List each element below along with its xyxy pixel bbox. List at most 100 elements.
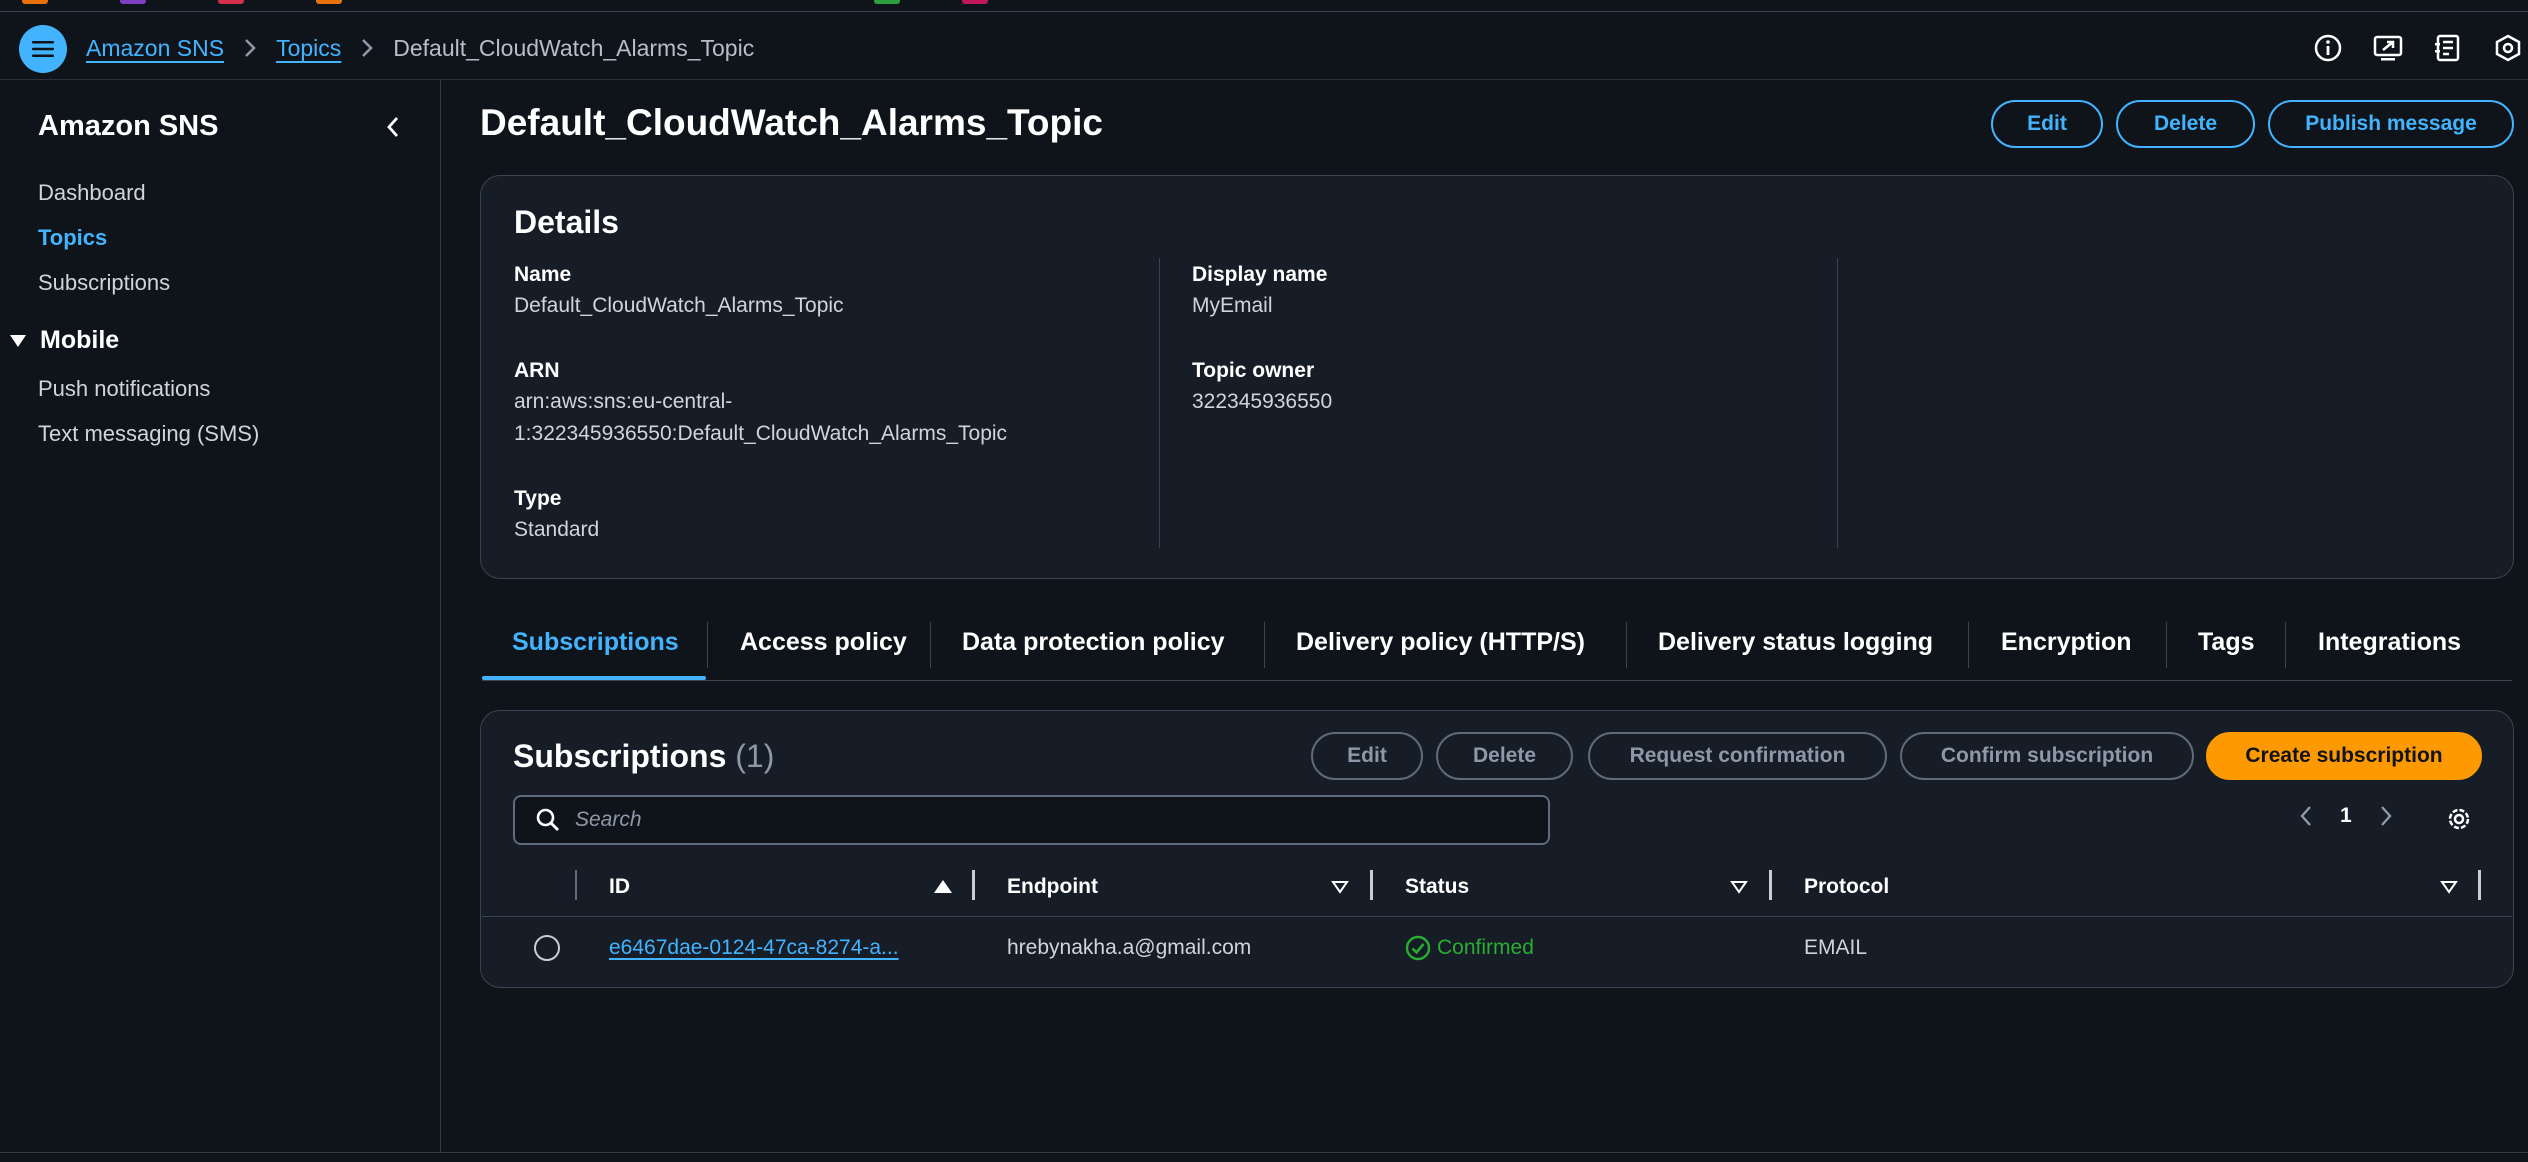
type-value: Standard bbox=[514, 518, 600, 541]
subscriptions-title: Subscriptions bbox=[513, 738, 727, 774]
display-name-label: Display name bbox=[1192, 263, 1328, 286]
status-text: Confirmed bbox=[1437, 936, 1534, 959]
column-resize-handle[interactable] bbox=[1370, 870, 1373, 900]
subscription-protocol: EMAIL bbox=[1804, 936, 1868, 959]
delete-subscription-button[interactable]: Delete bbox=[1436, 732, 1573, 780]
sort-ascending-icon[interactable] bbox=[934, 880, 952, 893]
browser-tab-indicator bbox=[120, 0, 146, 4]
tabs-baseline bbox=[482, 680, 2512, 681]
top-icon-group bbox=[2288, 28, 2528, 68]
search-icon bbox=[536, 808, 559, 831]
subscriptions-heading: Subscriptions (1) bbox=[513, 738, 774, 775]
search-field[interactable]: Search bbox=[513, 795, 1550, 845]
browser-tab-indicator bbox=[218, 0, 244, 4]
delete-topic-button[interactable]: Delete bbox=[2116, 100, 2255, 148]
caret-down-icon bbox=[10, 334, 26, 347]
sort-icon[interactable] bbox=[1331, 880, 1349, 899]
column-divider bbox=[1837, 258, 1838, 548]
sidebar-item-dashboard[interactable]: Dashboard bbox=[38, 180, 146, 206]
display-name-value: MyEmail bbox=[1192, 294, 1273, 317]
subscriptions-count: (1) bbox=[735, 738, 775, 774]
sidebar-item-subscriptions[interactable]: Subscriptions bbox=[38, 270, 170, 296]
current-page-number[interactable]: 1 bbox=[2340, 804, 2352, 828]
column-header-endpoint[interactable]: Endpoint bbox=[1007, 875, 1098, 899]
column-resize-handle[interactable] bbox=[1769, 870, 1772, 900]
breadcrumb-current: Default_CloudWatch_Alarms_Topic bbox=[393, 34, 755, 61]
tab-subscriptions[interactable]: Subscriptions bbox=[512, 628, 679, 657]
tab-divider bbox=[1968, 622, 1969, 668]
topic-owner-value: 322345936550 bbox=[1192, 390, 1333, 413]
sort-icon[interactable] bbox=[2440, 880, 2458, 899]
tab-divider bbox=[2285, 622, 2286, 668]
hamburger-menu-button[interactable] bbox=[19, 25, 67, 73]
sort-icon[interactable] bbox=[1730, 880, 1748, 899]
edit-subscription-button[interactable]: Edit bbox=[1311, 732, 1423, 780]
request-confirmation-button[interactable]: Request confirmation bbox=[1588, 732, 1887, 780]
status-badge: Confirmed bbox=[1405, 935, 1534, 961]
tab-delivery-policy[interactable]: Delivery policy (HTTP/S) bbox=[1296, 628, 1585, 657]
column-separator bbox=[575, 870, 577, 900]
column-header-status[interactable]: Status bbox=[1405, 875, 1469, 899]
tab-data-protection-policy[interactable]: Data protection policy bbox=[962, 628, 1225, 657]
details-panel: Details Name Default_CloudWatch_Alarms_T… bbox=[480, 175, 2514, 579]
sidebar-section-mobile[interactable]: Mobile bbox=[10, 326, 119, 355]
sidebar-item-push-notifications[interactable]: Push notifications bbox=[38, 376, 210, 402]
tab-divider bbox=[707, 622, 708, 668]
chevron-right-icon[interactable] bbox=[2376, 805, 2396, 827]
active-tab-indicator bbox=[482, 676, 706, 680]
breadcrumb: Amazon SNS Topics Default_CloudWatch_Ala… bbox=[86, 32, 754, 64]
tab-access-policy[interactable]: Access policy bbox=[740, 628, 907, 657]
browser-tab-strip bbox=[0, 0, 2528, 12]
tab-integrations[interactable]: Integrations bbox=[2318, 628, 2461, 657]
tab-tags[interactable]: Tags bbox=[2198, 628, 2255, 657]
browser-tab-indicator bbox=[962, 0, 988, 4]
tab-delivery-status-logging[interactable]: Delivery status logging bbox=[1658, 628, 1933, 657]
top-navigation-bar: Amazon SNS Topics Default_CloudWatch_Ala… bbox=[0, 12, 2528, 80]
chevron-right-icon bbox=[361, 38, 374, 58]
name-label: Name bbox=[514, 263, 572, 286]
column-resize-handle[interactable] bbox=[2478, 870, 2481, 900]
info-icon[interactable] bbox=[2308, 28, 2348, 68]
sidebar-title: Amazon SNS bbox=[38, 110, 219, 142]
notes-icon[interactable] bbox=[2428, 28, 2468, 68]
chevron-left-icon[interactable] bbox=[2296, 805, 2316, 827]
chevron-left-icon bbox=[387, 117, 399, 137]
edit-topic-button[interactable]: Edit bbox=[1991, 100, 2103, 148]
breadcrumb-topics-link[interactable]: Topics bbox=[276, 35, 341, 62]
arn-value-line2: 1:322345936550:Default_CloudWatch_Alarms… bbox=[514, 422, 1008, 445]
browser-tab-indicator bbox=[874, 0, 900, 4]
breadcrumb-service-link[interactable]: Amazon SNS bbox=[86, 35, 224, 62]
row-select-radio[interactable] bbox=[534, 935, 560, 961]
browser-tab-indicator bbox=[22, 0, 48, 4]
page-title: Default_CloudWatch_Alarms_Topic bbox=[480, 102, 1103, 143]
screen-share-icon[interactable] bbox=[2368, 28, 2408, 68]
tab-divider bbox=[1626, 622, 1627, 668]
search-placeholder: Search bbox=[575, 808, 642, 831]
tab-divider bbox=[2166, 622, 2167, 668]
sidebar: Amazon SNS Dashboard Topics Subscription… bbox=[0, 80, 441, 1152]
sidebar-item-topics[interactable]: Topics bbox=[38, 225, 107, 251]
sidebar-collapse-button[interactable] bbox=[378, 112, 408, 142]
browser-tab-indicator bbox=[316, 0, 342, 4]
column-divider bbox=[1159, 258, 1160, 548]
topic-owner-label: Topic owner bbox=[1192, 359, 1315, 382]
hamburger-icon bbox=[32, 41, 54, 57]
sidebar-item-text-messaging[interactable]: Text messaging (SMS) bbox=[38, 421, 259, 447]
confirm-subscription-button[interactable]: Confirm subscription bbox=[1900, 732, 2194, 780]
settings-hex-icon[interactable] bbox=[2488, 28, 2528, 68]
tab-encryption[interactable]: Encryption bbox=[2001, 628, 2132, 657]
bottom-edge bbox=[0, 1152, 2528, 1162]
subscription-id-link[interactable]: e6467dae-0124-47ca-8274-a... bbox=[609, 936, 899, 960]
publish-message-button[interactable]: Publish message bbox=[2268, 100, 2514, 148]
column-header-protocol[interactable]: Protocol bbox=[1804, 875, 1889, 899]
tab-divider bbox=[1264, 622, 1265, 668]
create-subscription-button[interactable]: Create subscription bbox=[2206, 732, 2482, 780]
type-label: Type bbox=[514, 487, 562, 510]
subscription-endpoint: hrebynakha.a@gmail.com bbox=[1007, 936, 1252, 959]
pagination: 1 bbox=[2296, 804, 2396, 828]
column-resize-handle[interactable] bbox=[972, 870, 975, 900]
arn-value-line1: arn:aws:sns:eu-central- bbox=[514, 390, 733, 413]
table-settings-icon[interactable] bbox=[2444, 804, 2474, 834]
column-header-id[interactable]: ID bbox=[609, 875, 630, 899]
table-header-divider bbox=[482, 916, 2512, 917]
